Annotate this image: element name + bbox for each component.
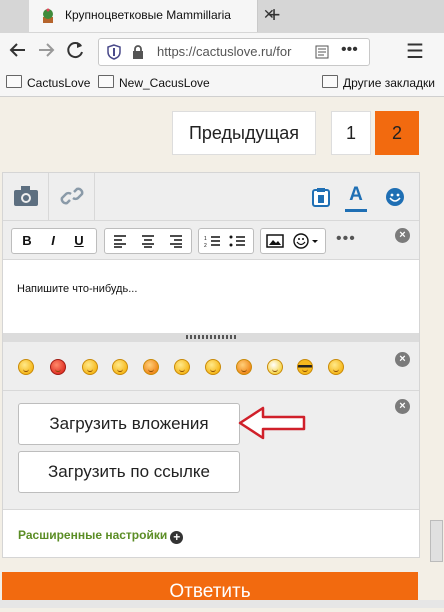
reload-icon[interactable]	[66, 40, 86, 65]
back-icon[interactable]	[8, 40, 28, 65]
svg-text:2: 2	[204, 243, 207, 249]
bullet-list-icon[interactable]	[227, 232, 249, 250]
new-tab-button[interactable]: +	[262, 2, 286, 28]
cool-smiley-icon[interactable]	[297, 359, 313, 375]
folder-icon	[6, 75, 22, 88]
page-1-button[interactable]: 1	[331, 111, 371, 155]
browser-tab[interactable]: Крупноцветковые Mammillaria ✕	[29, 0, 275, 32]
italic-button[interactable]: I	[42, 232, 64, 250]
format-toolbar: B I U 12 ••• ×	[3, 221, 419, 260]
resize-handle[interactable]	[3, 333, 419, 342]
upload-attachments-button[interactable]: Загрузить вложения	[18, 403, 240, 445]
upload-by-link-button[interactable]: Загрузить по ссылке	[18, 451, 240, 493]
hamburger-menu-icon[interactable]: ☰	[406, 39, 424, 64]
tab-bar: Крупноцветковые Mammillaria ✕ +	[0, 0, 444, 33]
cactus-favicon-icon	[43, 8, 53, 23]
surprised-smiley-icon[interactable]	[328, 359, 344, 375]
insert-link-cell	[48, 173, 95, 220]
other-bookmarks[interactable]: Другие закладки	[322, 75, 435, 90]
text-color-icon[interactable]: A	[345, 185, 367, 212]
nav-bar: https://cactuslove.ru/for ••• ☰	[0, 33, 444, 69]
lock-icon[interactable]	[131, 44, 145, 60]
prev-page-button[interactable]: Предыдущая	[172, 111, 316, 155]
folder-icon	[98, 75, 114, 88]
clipboard-icon[interactable]	[312, 187, 330, 207]
advanced-settings-link[interactable]: Расширенные настройки +	[18, 528, 184, 544]
reply-editor: A B I U 12 ••• × Напишите что-нибудь...	[2, 172, 420, 558]
underline-button[interactable]: U	[68, 232, 90, 250]
scrollbar-thumb[interactable]	[430, 520, 443, 562]
smiley-icon[interactable]	[236, 359, 252, 375]
angry-smiley-icon[interactable]	[50, 359, 66, 375]
bookmarks-bar: CactusLove New_CacusLove Другие закладки	[0, 69, 444, 97]
forward-icon[interactable]	[36, 40, 56, 65]
url-bar[interactable]: https://cactuslove.ru/for •••	[98, 38, 370, 66]
more-options-icon[interactable]: •••	[336, 230, 356, 248]
smiley-icon[interactable]	[174, 359, 190, 375]
insert-image-cell	[3, 173, 49, 220]
bold-button[interactable]: B	[16, 232, 38, 250]
folder-icon	[322, 75, 338, 88]
message-placeholder: Напишите что-нибудь...	[17, 283, 138, 295]
message-textarea[interactable]: Напишите что-нибудь...	[3, 260, 419, 333]
align-right-icon[interactable]	[165, 232, 187, 250]
svg-text:1: 1	[204, 236, 207, 242]
list-group: 12	[198, 228, 254, 254]
close-smilies-icon[interactable]: ×	[395, 352, 410, 367]
page-actions-icon[interactable]: •••	[341, 41, 358, 59]
smiley-dropdown-icon[interactable]	[291, 232, 321, 250]
align-center-icon[interactable]	[137, 232, 159, 250]
url-text[interactable]: https://cactuslove.ru/for	[157, 44, 307, 59]
reader-view-icon[interactable]	[315, 45, 329, 59]
eyeroll-smiley-icon[interactable]	[267, 359, 283, 375]
smiley-icon[interactable]	[18, 359, 34, 375]
smiley-icon[interactable]	[112, 359, 128, 375]
insert-group	[260, 228, 326, 254]
emoji-icon[interactable]	[385, 187, 405, 207]
ordered-list-icon[interactable]: 12	[202, 232, 224, 250]
page-2-button[interactable]: 2	[375, 111, 419, 155]
smilies-panel: ×	[3, 342, 419, 391]
attachments-panel: Загрузить вложения Загрузить по ссылке ×	[3, 391, 419, 510]
smiley-icon[interactable]	[143, 359, 159, 375]
plus-icon: +	[170, 531, 184, 544]
smiley-icon[interactable]	[82, 359, 98, 375]
bookmark-folder-new-cacuslove[interactable]: New_CacusLove	[98, 75, 210, 90]
link-icon[interactable]	[60, 185, 84, 207]
close-attachments-icon[interactable]: ×	[395, 399, 410, 414]
image-icon[interactable]	[264, 232, 286, 250]
resize-grip	[186, 335, 236, 339]
align-group	[104, 228, 192, 254]
tab-title: Крупноцветковые Mammillaria	[65, 8, 231, 22]
horizontal-scrollbar[interactable]	[0, 600, 444, 608]
align-left-icon[interactable]	[109, 232, 131, 250]
bookmark-folder-cactuslove[interactable]: CactusLove	[6, 75, 90, 90]
shield-icon[interactable]	[107, 44, 121, 60]
camera-icon[interactable]	[13, 185, 39, 207]
text-style-group: B I U	[11, 228, 97, 254]
close-toolbar-icon[interactable]: ×	[395, 228, 410, 243]
editor-top-toolbar: A	[3, 173, 419, 221]
smiley-icon[interactable]	[205, 359, 221, 375]
red-arrow-annotation	[238, 406, 306, 440]
